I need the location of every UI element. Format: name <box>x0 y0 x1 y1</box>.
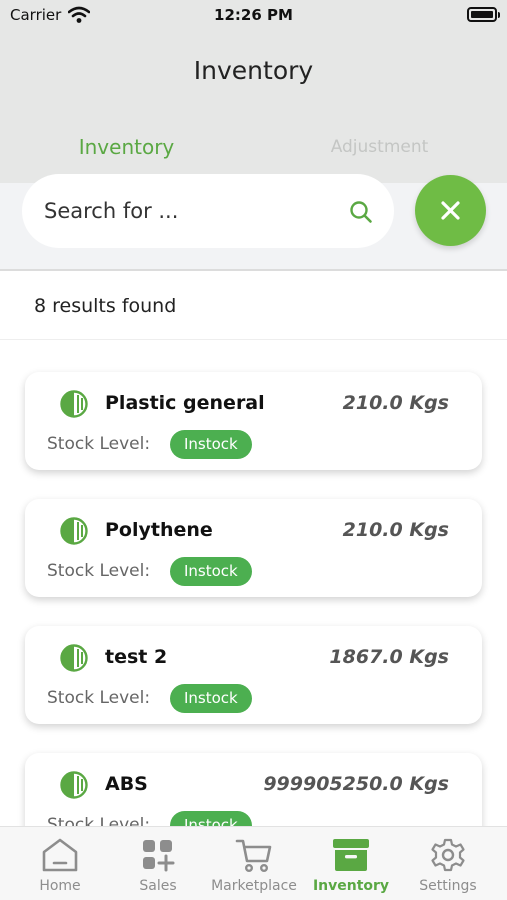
status-badge: Instock <box>170 684 252 713</box>
item-quantity: 999905250.0 Kgs <box>263 773 449 795</box>
item-quantity: 210.0 Kgs <box>342 519 449 541</box>
clear-search-button[interactable] <box>415 175 486 246</box>
sales-icon <box>143 840 175 872</box>
search-box[interactable] <box>22 174 394 248</box>
page-title: Inventory <box>193 56 314 85</box>
material-icon <box>60 517 88 545</box>
battery-icon <box>467 7 500 22</box>
nav-marketplace[interactable]: Marketplace <box>201 827 307 900</box>
home-icon <box>42 838 78 872</box>
stock-level-label: Stock Level: <box>47 561 151 581</box>
divider <box>0 339 507 340</box>
nav-inventory-label: Inventory <box>312 878 390 894</box>
status-badge: Instock <box>170 430 252 459</box>
nav-settings[interactable]: Settings <box>407 827 489 900</box>
status-bar: Carrier 12:26 PM <box>0 0 507 34</box>
item-name: ABS <box>105 773 148 795</box>
nav-settings-label: Settings <box>419 878 477 894</box>
cart-icon <box>235 839 272 873</box>
nav-sales-label: Sales <box>139 878 177 894</box>
nav-inventory[interactable]: Inventory <box>309 827 393 900</box>
inventory-card[interactable]: Plastic general 210.0 Kgs Stock Level: I… <box>25 372 482 470</box>
nav-home[interactable]: Home <box>20 827 100 900</box>
search-input[interactable] <box>44 196 334 226</box>
header-area: Carrier 12:26 PM Inventory Inventory Adj… <box>0 0 507 183</box>
tab-inventory[interactable]: Inventory <box>0 135 253 159</box>
inventory-card[interactable]: test 2 1867.0 Kgs Stock Level: Instock <box>25 626 482 724</box>
inventory-card[interactable]: Polythene 210.0 Kgs Stock Level: Instock <box>25 499 482 597</box>
item-name: Plastic general <box>105 392 265 414</box>
clock: 12:26 PM <box>214 6 293 24</box>
nav-home-label: Home <box>39 878 81 894</box>
results-count: 8 results found <box>34 295 177 317</box>
material-icon <box>60 390 88 418</box>
item-name: test 2 <box>105 646 168 668</box>
bottom-nav: Home Sales Marketplace Inventory Setting… <box>0 826 507 900</box>
nav-sales[interactable]: Sales <box>118 827 198 900</box>
search-icon[interactable] <box>348 199 374 225</box>
gear-icon <box>431 838 465 872</box>
close-icon <box>441 201 460 220</box>
inventory-box-icon <box>333 839 369 871</box>
nav-marketplace-label: Marketplace <box>211 878 297 894</box>
stock-level-label: Stock Level: <box>47 688 151 708</box>
material-icon <box>60 771 88 799</box>
material-icon <box>60 644 88 672</box>
stock-level-label: Stock Level: <box>47 434 151 454</box>
item-name: Polythene <box>105 519 213 541</box>
item-quantity: 1867.0 Kgs <box>329 646 449 668</box>
tab-adjustment[interactable]: Adjustment <box>253 137 506 157</box>
status-badge: Instock <box>170 557 252 586</box>
item-quantity: 210.0 Kgs <box>342 392 449 414</box>
